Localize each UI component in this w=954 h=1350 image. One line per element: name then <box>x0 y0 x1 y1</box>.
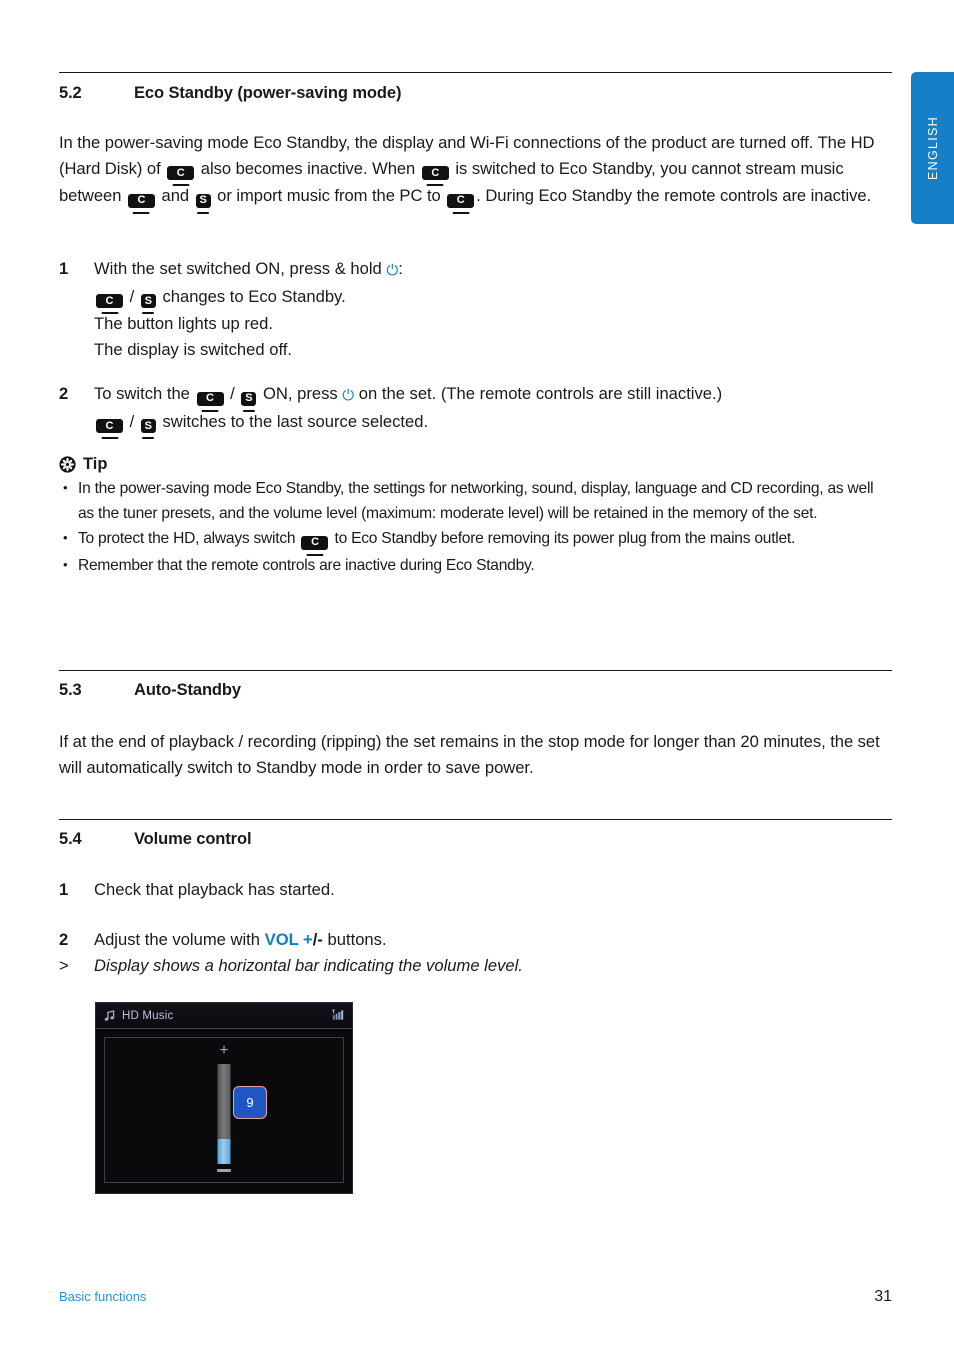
power-icon: ⏻ <box>342 387 355 404</box>
intro-text-4: and <box>156 186 194 205</box>
section-title-5-2: Eco Standby (power-saving mode) <box>134 84 402 102</box>
tip-block: Tip In the power-saving mode Eco Standby… <box>59 455 892 578</box>
eco-step-2-line-2: C / S switches to the last source select… <box>94 409 892 439</box>
section-title-5-3: Auto-Standby <box>134 681 241 699</box>
volume-plus-symbol: + <box>219 1042 229 1059</box>
eco-step-1-number: 1 <box>59 259 69 278</box>
section-number-5-2: 5.2 <box>59 84 82 102</box>
power-icon: ⏻ <box>386 262 399 279</box>
tip-heading-label: Tip <box>83 455 108 473</box>
volume-result-note: > Display shows a horizontal bar indicat… <box>59 953 892 979</box>
eco-step-1-line-1: With the set switched ON, press & hold ⏻… <box>94 259 403 279</box>
section-heading-5-4: 5.4 Volume control <box>59 830 252 849</box>
footer-page-number: 31 <box>874 1288 892 1305</box>
center-badge-icon: C <box>127 185 155 214</box>
tip-star-icon <box>59 456 76 473</box>
intro-text-2: also becomes inactive. When <box>196 158 420 178</box>
eco-step-1-line-4: The display is switched off. <box>94 339 292 359</box>
volume-step-1-text: Check that playback has started. <box>94 880 335 899</box>
volume-step-1-number: 1 <box>59 880 69 899</box>
eco-step-1-line-2: C / S changes to Eco Standby. <box>94 284 892 314</box>
device-display-screenshot: HD Music + 9 <box>95 1002 353 1194</box>
tip-heading: Tip <box>59 455 892 474</box>
center-badge-icon: C <box>421 158 449 186</box>
center-badge-icon: C <box>96 286 123 314</box>
station-badge-icon: S <box>241 383 257 412</box>
vol-plus-label: VOL + <box>264 930 313 949</box>
center-badge-icon: C <box>96 411 123 439</box>
tip-bullet-2: To protect the HD, always switch C to Ec… <box>59 525 892 556</box>
eco-step-1: 1 With the set switched ON, press & hold… <box>59 256 892 362</box>
volume-slider-track[interactable] <box>217 1064 231 1164</box>
section-heading-5-3: 5.3 Auto-Standby <box>59 681 241 700</box>
section-title-5-4: Volume control <box>134 830 252 848</box>
eco-step-2-number: 2 <box>59 384 69 403</box>
vol-minus-label: /- <box>312 930 323 949</box>
station-badge-icon: S <box>195 185 211 214</box>
section-divider-5-3 <box>59 670 892 671</box>
center-badge-icon: C <box>167 158 195 186</box>
language-tab: ENGLISH <box>911 72 954 224</box>
station-badge-icon: S <box>140 286 156 314</box>
footer-section-name: Basic functions <box>59 1289 147 1304</box>
tip-bullet-list: In the power-saving mode Eco Standby, th… <box>59 475 892 578</box>
station-badge-icon: S <box>140 411 156 439</box>
display-header: HD Music <box>96 1003 352 1029</box>
intro-text-5: or import music from the PC to <box>212 186 446 205</box>
volume-result-text: Display shows a horizontal bar indicatin… <box>94 956 523 975</box>
eco-standby-intro-paragraph: In the power-saving mode Eco Standby, th… <box>59 130 892 214</box>
language-tab-label: ENGLISH <box>925 116 940 180</box>
signal-strength-icon <box>332 1009 344 1020</box>
volume-step-1: 1 Check that playback has started. <box>59 877 892 903</box>
page-footer: Basic functions 31 <box>59 1288 892 1306</box>
auto-standby-paragraph: If at the end of playback / recording (r… <box>59 732 880 777</box>
volume-step-2-text: Adjust the volume with VOL +/- buttons. <box>94 930 387 949</box>
volume-step-2: 2 Adjust the volume with VOL +/- buttons… <box>59 927 892 953</box>
intro-text-6: . During Eco Standby the remote controls… <box>476 186 872 205</box>
volume-slider-fill <box>217 1139 231 1164</box>
section-heading-5-2: 5.2 Eco Standby (power-saving mode) <box>59 84 401 103</box>
eco-step-1-line-3: The button lights up red. <box>94 314 273 333</box>
display-title: HD Music <box>122 1009 174 1022</box>
tip-bullet-3: Remember that the remote controls are in… <box>59 552 892 578</box>
eco-step-2-line-1: To switch the C / S ON, press ⏻ on the s… <box>94 381 892 412</box>
section-number-5-3: 5.3 <box>59 681 82 699</box>
music-note-icon <box>104 1010 115 1021</box>
center-badge-icon: C <box>196 383 224 412</box>
volume-value-badge: 9 <box>233 1086 267 1119</box>
section-divider-5-2 <box>59 72 892 73</box>
section-divider-5-4 <box>59 819 892 820</box>
center-badge-icon: C <box>301 528 329 556</box>
display-volume-area: + 9 <box>104 1037 344 1183</box>
volume-minus-symbol <box>217 1169 231 1172</box>
volume-step-2-number: 2 <box>59 930 69 949</box>
eco-step-2: 2 To switch the C / S ON, press ⏻ on the… <box>59 381 892 439</box>
section-number-5-4: 5.4 <box>59 830 82 848</box>
center-badge-icon: C <box>447 185 475 214</box>
tip-bullet-1: In the power-saving mode Eco Standby, th… <box>59 475 892 526</box>
page-content: 5.2 Eco Standby (power-saving mode) In t… <box>59 0 892 1350</box>
volume-result-marker: > <box>59 956 69 975</box>
